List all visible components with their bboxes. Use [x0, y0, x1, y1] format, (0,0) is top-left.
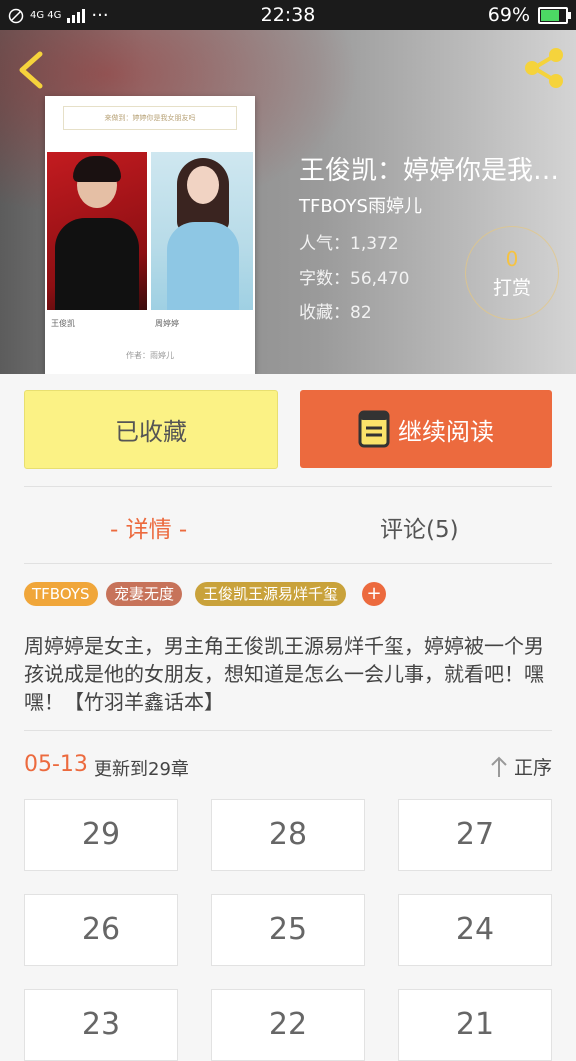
cover-banner: 来做到：婷婷你是我女朋友吗 — [63, 106, 237, 130]
chapter-button[interactable]: 28 — [211, 799, 365, 871]
chapter-button[interactable]: 29 — [24, 799, 178, 871]
status-bar: 4G 4G ··· 22:38 69% — [0, 0, 576, 30]
tag-chip[interactable]: 宠妻无度 — [106, 582, 183, 606]
continue-reading-button[interactable]: 继续阅读 — [300, 390, 552, 468]
divider — [24, 486, 552, 487]
divider — [24, 563, 552, 564]
status-right: 69% — [487, 4, 571, 26]
sort-button[interactable]: 正序 — [490, 753, 552, 780]
continue-reading-label: 继续阅读 — [398, 417, 494, 446]
update-date: 05-13 — [24, 752, 88, 777]
cover-photo-boy — [47, 152, 147, 310]
book-cover[interactable]: 来做到：婷婷你是我女朋友吗 王俊凯 周婷婷 作者：雨婷儿 — [45, 96, 255, 374]
battery-percent: 69% — [487, 4, 530, 26]
chapter-button[interactable]: 21 — [398, 989, 552, 1061]
chapter-button[interactable]: 23 — [24, 989, 178, 1061]
stat-favorites: 收藏：82 — [299, 303, 372, 323]
book-description: 周婷婷是女主，男主角王俊凯王源易烊千玺，婷婷被一个男孩说成是他的女朋友，想知道是… — [24, 634, 544, 714]
update-text: 更新到29章 — [94, 759, 189, 780]
chevron-left-icon — [19, 51, 43, 89]
stat-popularity: 人气：1,372 — [299, 234, 399, 254]
tab-comments[interactable]: 评论(5) — [380, 510, 459, 544]
divider — [24, 730, 552, 731]
tip-count: 0 — [505, 247, 519, 271]
favorited-button[interactable]: 已收藏 — [24, 390, 278, 469]
chapter-button[interactable]: 27 — [398, 799, 552, 871]
back-button[interactable] — [14, 48, 50, 92]
share-button[interactable] — [520, 44, 568, 92]
share-icon — [525, 48, 563, 88]
add-tag-button[interactable]: + — [362, 582, 386, 606]
sort-label: 正序 — [513, 757, 552, 779]
battery-icon — [538, 7, 571, 24]
tag-chip[interactable]: TFBOYS — [24, 582, 98, 606]
chapter-button[interactable]: 26 — [24, 894, 178, 966]
tab-detail[interactable]: - 详情 - — [110, 510, 187, 544]
book-author[interactable]: TFBOYS雨婷儿 — [299, 192, 422, 218]
tip-button[interactable]: 0 打赏 — [465, 226, 559, 320]
cover-author: 作者：雨婷儿 — [126, 351, 174, 360]
book-title: 王俊凯：婷婷你是我女朋友吗 — [299, 156, 576, 186]
chapter-button[interactable]: 22 — [211, 989, 365, 1061]
cover-caption-right: 周婷婷 — [155, 319, 179, 328]
book-icon — [358, 410, 390, 448]
arrow-up-icon — [491, 756, 507, 777]
tip-label: 打赏 — [492, 277, 531, 299]
book-header: 来做到：婷婷你是我女朋友吗 王俊凯 周婷婷 作者：雨婷儿 王俊凯：婷婷你是我女朋… — [0, 30, 576, 374]
cover-photo-girl — [151, 152, 253, 310]
stat-word-count: 字数：56,470 — [299, 269, 410, 289]
chapter-button[interactable]: 24 — [398, 894, 552, 966]
tag-chip[interactable]: 王俊凯王源易烊千玺 — [195, 582, 347, 606]
chapter-button[interactable]: 25 — [211, 894, 365, 966]
cover-caption-left: 王俊凯 — [51, 319, 75, 328]
